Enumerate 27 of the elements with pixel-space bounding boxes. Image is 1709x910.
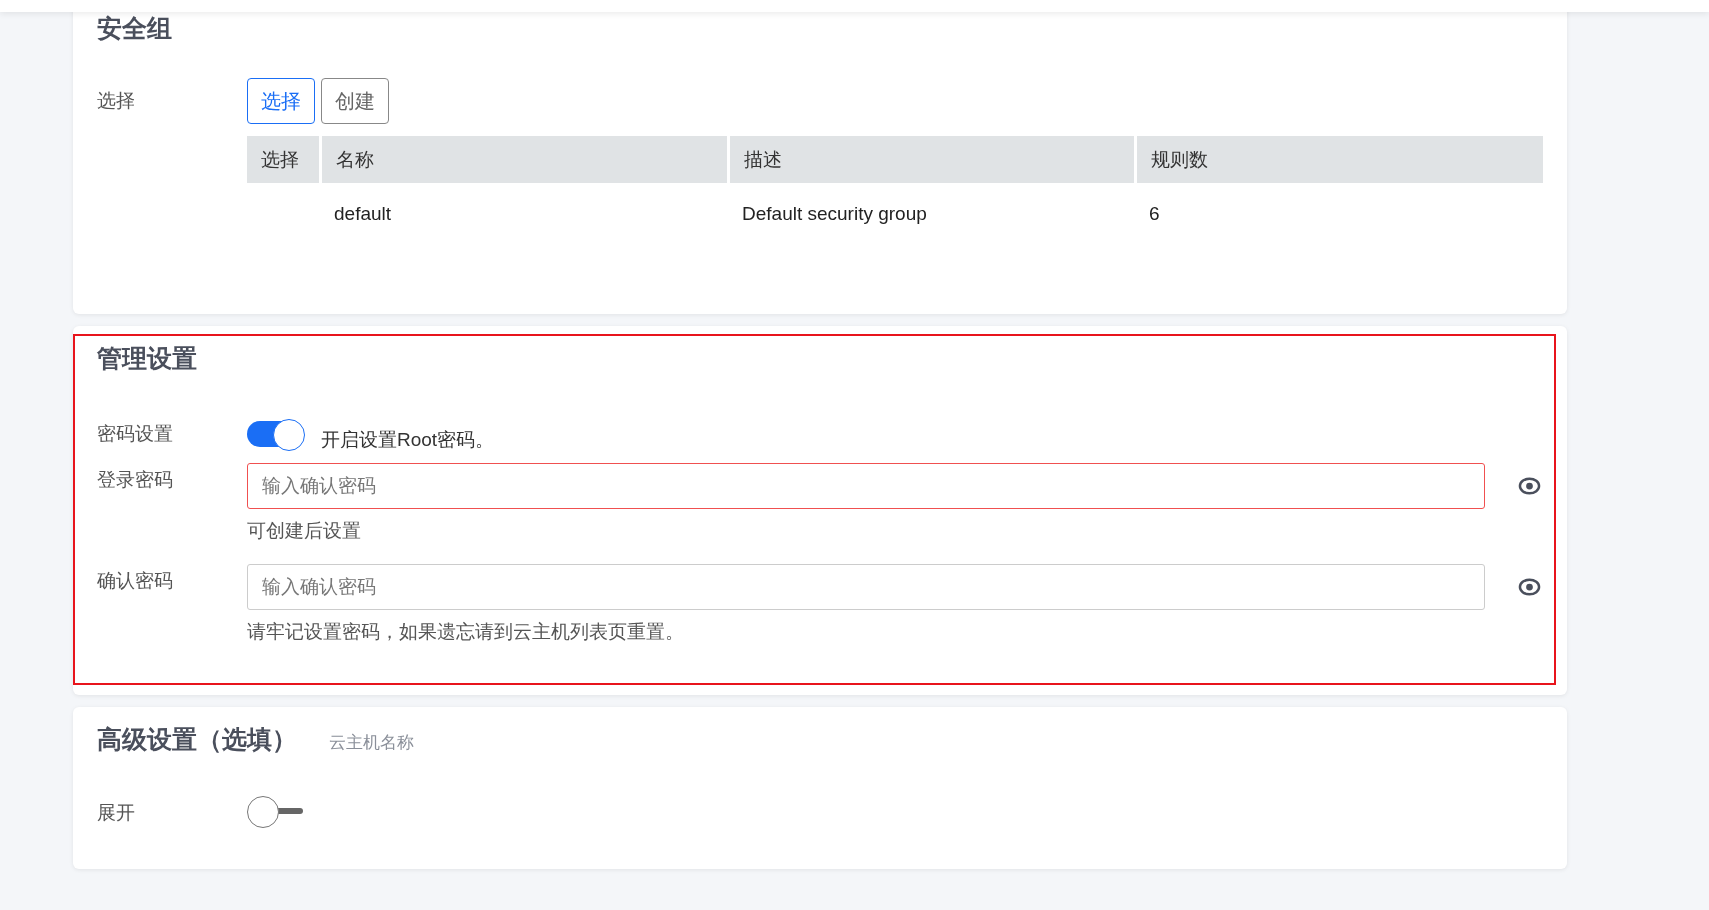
column-header: 选择 <box>247 136 320 183</box>
hint-text: 请牢记设置密码，如果遗忘请到云主机列表页重置。 <box>247 620 685 644</box>
section-title: 安全组 <box>97 13 173 44</box>
column-header: 名称 <box>320 136 728 183</box>
toggle-switch[interactable] <box>247 796 305 826</box>
section-title: 高级设置（选填） <box>97 724 297 755</box>
field-label: 确认密码 <box>97 569 174 593</box>
column-header: 规则数 <box>1135 136 1543 183</box>
field-label: 展开 <box>97 801 136 825</box>
table-cell: 6 <box>1135 183 1543 245</box>
field-label: 密码设置 <box>97 422 174 446</box>
password-field[interactable]: 输入确认密码 <box>247 463 1485 509</box>
toggle-switch[interactable] <box>247 419 305 449</box>
table-cell: default <box>320 183 728 245</box>
table-cell: Default security group <box>728 183 1135 245</box>
field-label: 选择 <box>97 89 136 113</box>
eye-icon[interactable] <box>1517 477 1541 495</box>
segment-button[interactable]: 创建 <box>321 78 389 124</box>
password-field[interactable]: 输入确认密码 <box>247 564 1485 610</box>
segment-button[interactable]: 选择 <box>247 78 315 124</box>
hint-text: 可创建后设置 <box>247 519 362 543</box>
field-label: 登录密码 <box>97 468 174 492</box>
toggle-label: 开启设置Root密码。 <box>321 428 495 452</box>
column-header: 描述 <box>728 136 1135 183</box>
eye-icon[interactable] <box>1517 578 1541 596</box>
section-subtitle: 云主机名称 <box>329 732 414 754</box>
section-title: 管理设置 <box>97 343 198 374</box>
